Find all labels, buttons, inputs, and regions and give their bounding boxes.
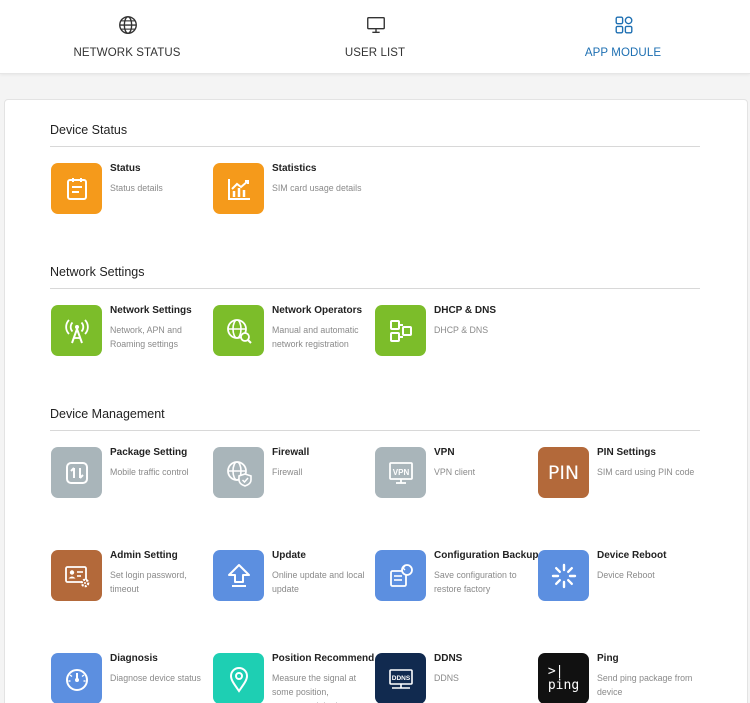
module-package-setting[interactable]: Package Setting Mobile traffic control: [51, 447, 211, 507]
module-position-recommend[interactable]: Position Recommend Measure the signal at…: [213, 653, 374, 703]
module-desc: Mobile traffic control: [110, 467, 189, 477]
module-title: PIN Settings: [597, 447, 656, 458]
module-desc: SIM card using PIN code: [597, 467, 695, 477]
admin-icon: [51, 550, 102, 601]
antenna-icon: [51, 305, 102, 356]
module-dhcp-dns[interactable]: DHCP & DNS DHCP & DNS: [375, 305, 535, 365]
package-icon: [51, 447, 102, 498]
module-title: Ping: [597, 653, 619, 664]
module-title: Device Reboot: [597, 550, 667, 561]
module-desc: SIM card usage details: [272, 183, 362, 193]
module-desc: Set login password, timeout: [110, 570, 187, 594]
vpn-glyph: VPN: [392, 468, 409, 477]
module-title: Position Recommend: [272, 653, 375, 664]
module-ping[interactable]: >| ping Ping Send ping package from devi…: [538, 653, 698, 703]
module-desc: Manual and automatic network registratio…: [272, 325, 359, 349]
module-title: Update: [272, 550, 306, 561]
globe-icon: [119, 16, 137, 34]
module-diagnosis[interactable]: Diagnosis Diagnose device status: [51, 653, 211, 703]
module-title: Network Operators: [272, 305, 363, 316]
tab-app-module[interactable]: APP MODULE: [498, 0, 748, 74]
top-navigation: NETWORK STATUS USER LIST APP MODULE: [0, 0, 750, 74]
module-title: Admin Setting: [110, 550, 178, 561]
module-desc: Status details: [110, 183, 163, 193]
module-desc: Network, APN and Roaming settings: [110, 325, 182, 349]
module-statistics[interactable]: Statistics SIM card usage details: [213, 163, 373, 223]
module-desc: Firewall: [272, 467, 303, 477]
section-title-device-management: Device Management: [50, 407, 165, 421]
section-divider: [50, 430, 700, 431]
module-desc: Online update and local update: [272, 570, 365, 594]
location-icon: [213, 653, 264, 703]
pin-glyph: PIN: [547, 461, 580, 484]
firewall-icon: [213, 447, 264, 498]
terminal-icon: >| ping: [538, 653, 589, 703]
module-configuration-backup[interactable]: Configuration Backup Save configuration …: [375, 550, 538, 610]
chart-icon: [213, 163, 264, 214]
pin-icon: PIN: [538, 447, 589, 498]
module-desc: Measure the signal at some position, rec…: [272, 673, 357, 703]
module-ddns[interactable]: DDNS DDNS DDNS: [375, 653, 535, 703]
section-divider: [50, 288, 700, 289]
update-icon: [213, 550, 264, 601]
section-title-network-settings: Network Settings: [50, 265, 145, 279]
module-desc: Device Reboot: [597, 570, 655, 580]
module-title: Status: [110, 163, 141, 174]
module-network-settings[interactable]: Network Settings Network, APN and Roamin…: [51, 305, 211, 365]
ping-glyph-line1: >|: [547, 663, 564, 679]
grid-icon: [615, 16, 633, 34]
gauge-icon: [51, 653, 102, 703]
module-title: Package Setting: [110, 447, 188, 458]
module-network-operators[interactable]: Network Operators Manual and automatic n…: [213, 305, 373, 365]
module-desc: Send ping package from device: [597, 673, 693, 697]
backup-icon: [375, 550, 426, 601]
tab-network-status[interactable]: NETWORK STATUS: [2, 0, 252, 74]
module-admin-setting[interactable]: Admin Setting Set login password, timeou…: [51, 550, 211, 610]
dhcp-icon: [375, 305, 426, 356]
section-divider: [50, 146, 700, 147]
tab-label: APP MODULE: [584, 47, 662, 59]
vpn-icon: VPN: [375, 447, 426, 498]
module-vpn[interactable]: VPN VPN VPN client: [375, 447, 535, 507]
section-title-device-status: Device Status: [50, 123, 128, 137]
module-pin-settings[interactable]: PIN PIN Settings SIM card using PIN code: [538, 447, 698, 507]
ddns-icon: DDNS: [375, 653, 426, 703]
module-device-reboot[interactable]: Device Reboot Device Reboot: [538, 550, 698, 610]
module-desc: Save configuration to restore factory: [434, 570, 517, 594]
module-title: DHCP & DNS: [434, 305, 497, 316]
tab-label: USER LIST: [344, 47, 406, 59]
module-desc: VPN client: [434, 467, 476, 477]
module-title: Firewall: [272, 447, 310, 458]
tab-user-list[interactable]: USER LIST: [250, 0, 500, 74]
module-desc: DHCP & DNS: [434, 325, 489, 335]
module-firewall[interactable]: Firewall Firewall: [213, 447, 373, 507]
module-status[interactable]: Status Status details: [51, 163, 211, 223]
module-title: Statistics: [272, 163, 317, 174]
monitor-icon: [367, 16, 385, 34]
ddns-glyph: DDNS: [391, 675, 410, 682]
module-title: DDNS: [434, 653, 463, 664]
module-title: Network Settings: [110, 305, 192, 316]
reboot-icon: [538, 550, 589, 601]
clipboard-icon: [51, 163, 102, 214]
tab-label: NETWORK STATUS: [73, 47, 181, 59]
module-title: Diagnosis: [110, 653, 158, 664]
globe-search-icon: [213, 305, 264, 356]
module-update[interactable]: Update Online update and local update: [213, 550, 373, 610]
module-desc: DDNS: [434, 673, 459, 683]
module-title: Configuration Backup: [434, 550, 539, 561]
module-title: VPN: [434, 447, 455, 458]
module-desc: Diagnose device status: [110, 673, 201, 683]
ping-glyph-line2: ping: [547, 677, 580, 693]
